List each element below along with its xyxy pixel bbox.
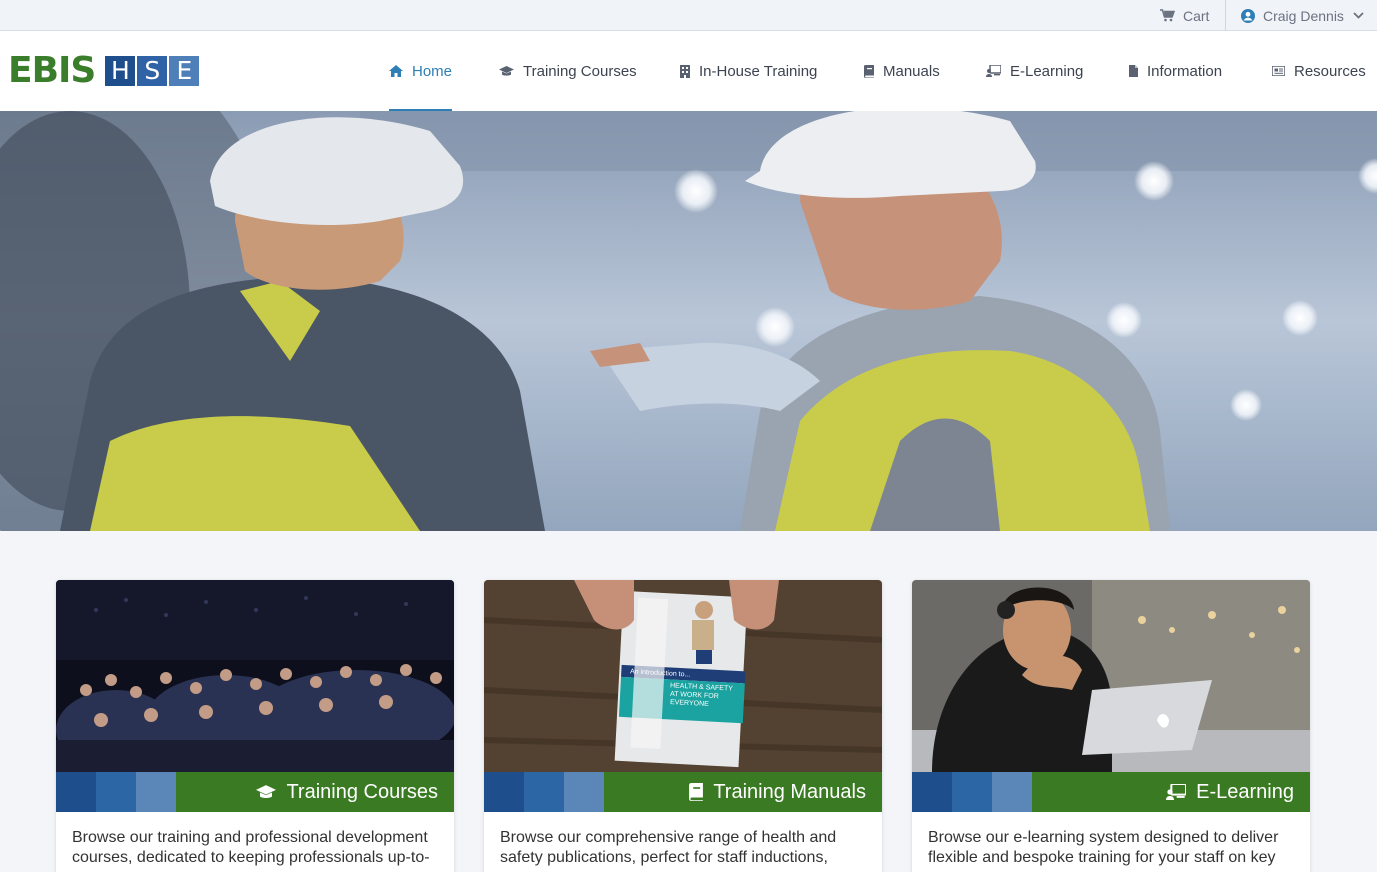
nav-item-home[interactable]: Home <box>389 31 453 111</box>
book-icon <box>689 783 713 801</box>
laptop-user-icon <box>1166 784 1196 800</box>
nav-item-label: Training Courses <box>523 62 637 80</box>
nav-item-resources[interactable]: Resources <box>1272 31 1366 111</box>
nav-item-information[interactable]: Information <box>1129 31 1222 111</box>
nav-item-label: E-Learning <box>1010 62 1084 80</box>
cart-link[interactable]: Cart <box>1160 0 1209 31</box>
cart-icon <box>1160 9 1175 22</box>
card-image-manual-booklet: An introduction to... HEALTH & SAFETY AT… <box>484 580 882 772</box>
card-title[interactable]: Training Courses <box>176 772 454 812</box>
card-title-band: Training Courses <box>56 772 454 812</box>
graduation-cap-icon <box>256 784 286 800</box>
laptop-user-icon <box>986 65 1010 77</box>
nav-item-manuals[interactable]: Manuals <box>864 31 940 111</box>
site-header: EBIS H S E Home Training Courses In-Hous… <box>0 31 1377 111</box>
nav-item-e-learning[interactable]: E-Learning <box>986 31 1083 111</box>
ebis-hse-logo[interactable]: EBIS H S E <box>8 53 201 89</box>
band-square <box>992 772 1032 812</box>
band-square <box>952 772 992 812</box>
logo-letter-h: H <box>105 56 136 86</box>
card-image-laptop-user <box>912 580 1310 772</box>
user-circle-icon <box>1241 8 1255 23</box>
building-icon <box>680 64 699 78</box>
band-square <box>912 772 952 812</box>
card-training-manuals[interactable]: An introduction to... HEALTH & SAFETY AT… <box>484 580 882 872</box>
band-square <box>484 772 524 812</box>
card-title-band: E-Learning <box>912 772 1310 812</box>
topbar-divider <box>1225 0 1226 31</box>
nav-item-label: Resources <box>1294 62 1366 80</box>
card-title-label: Training Manuals <box>713 780 866 803</box>
nav-item-training-courses[interactable]: Training Courses <box>499 31 637 111</box>
home-icon <box>389 65 412 77</box>
card-e-learning[interactable]: E-Learning Browse our e-learning system … <box>912 580 1310 872</box>
band-square <box>564 772 604 812</box>
file-icon <box>1129 65 1147 77</box>
nav-item-in-house-training[interactable]: In-House Training <box>680 31 817 111</box>
card-description: Browse our training and professional dev… <box>72 829 430 866</box>
card-image-audience <box>56 580 454 772</box>
band-square <box>96 772 136 812</box>
newspaper-icon <box>1272 66 1294 76</box>
logo-ebis-text: EBIS <box>8 50 96 91</box>
logo-letter-s: S <box>137 56 168 86</box>
card-title-band: Training Manuals <box>484 772 882 812</box>
logo-letter-e: E <box>169 56 200 86</box>
user-name: Craig Dennis <box>1263 7 1344 24</box>
card-title-label: Training Courses <box>286 780 438 803</box>
top-utility-bar: Cart Craig Dennis <box>0 0 1377 31</box>
card-title-label: E-Learning <box>1196 780 1294 803</box>
nav-item-label: Home <box>412 62 453 80</box>
card-description: Browse our comprehensive range of health… <box>500 829 837 866</box>
band-square <box>524 772 564 812</box>
nav-item-label: Information <box>1147 62 1223 80</box>
hero-image-workers <box>0 111 1377 531</box>
chevron-down-icon <box>1353 12 1364 19</box>
band-square <box>56 772 96 812</box>
card-training-courses[interactable]: Training Courses Browse our training and… <box>56 580 454 872</box>
logo-hse-block: H S E <box>105 56 201 86</box>
card-description: Browse our e-learning system designed to… <box>928 829 1279 866</box>
nav-item-label: In-House Training <box>699 62 818 80</box>
graduation-cap-icon <box>499 65 523 77</box>
user-menu[interactable]: Craig Dennis <box>1241 0 1364 31</box>
band-square <box>136 772 176 812</box>
book-icon <box>864 64 883 78</box>
cart-label: Cart <box>1183 7 1210 24</box>
card-title[interactable]: Training Manuals <box>604 772 882 812</box>
nav-item-label: Manuals <box>883 62 940 80</box>
card-title[interactable]: E-Learning <box>1032 772 1310 812</box>
